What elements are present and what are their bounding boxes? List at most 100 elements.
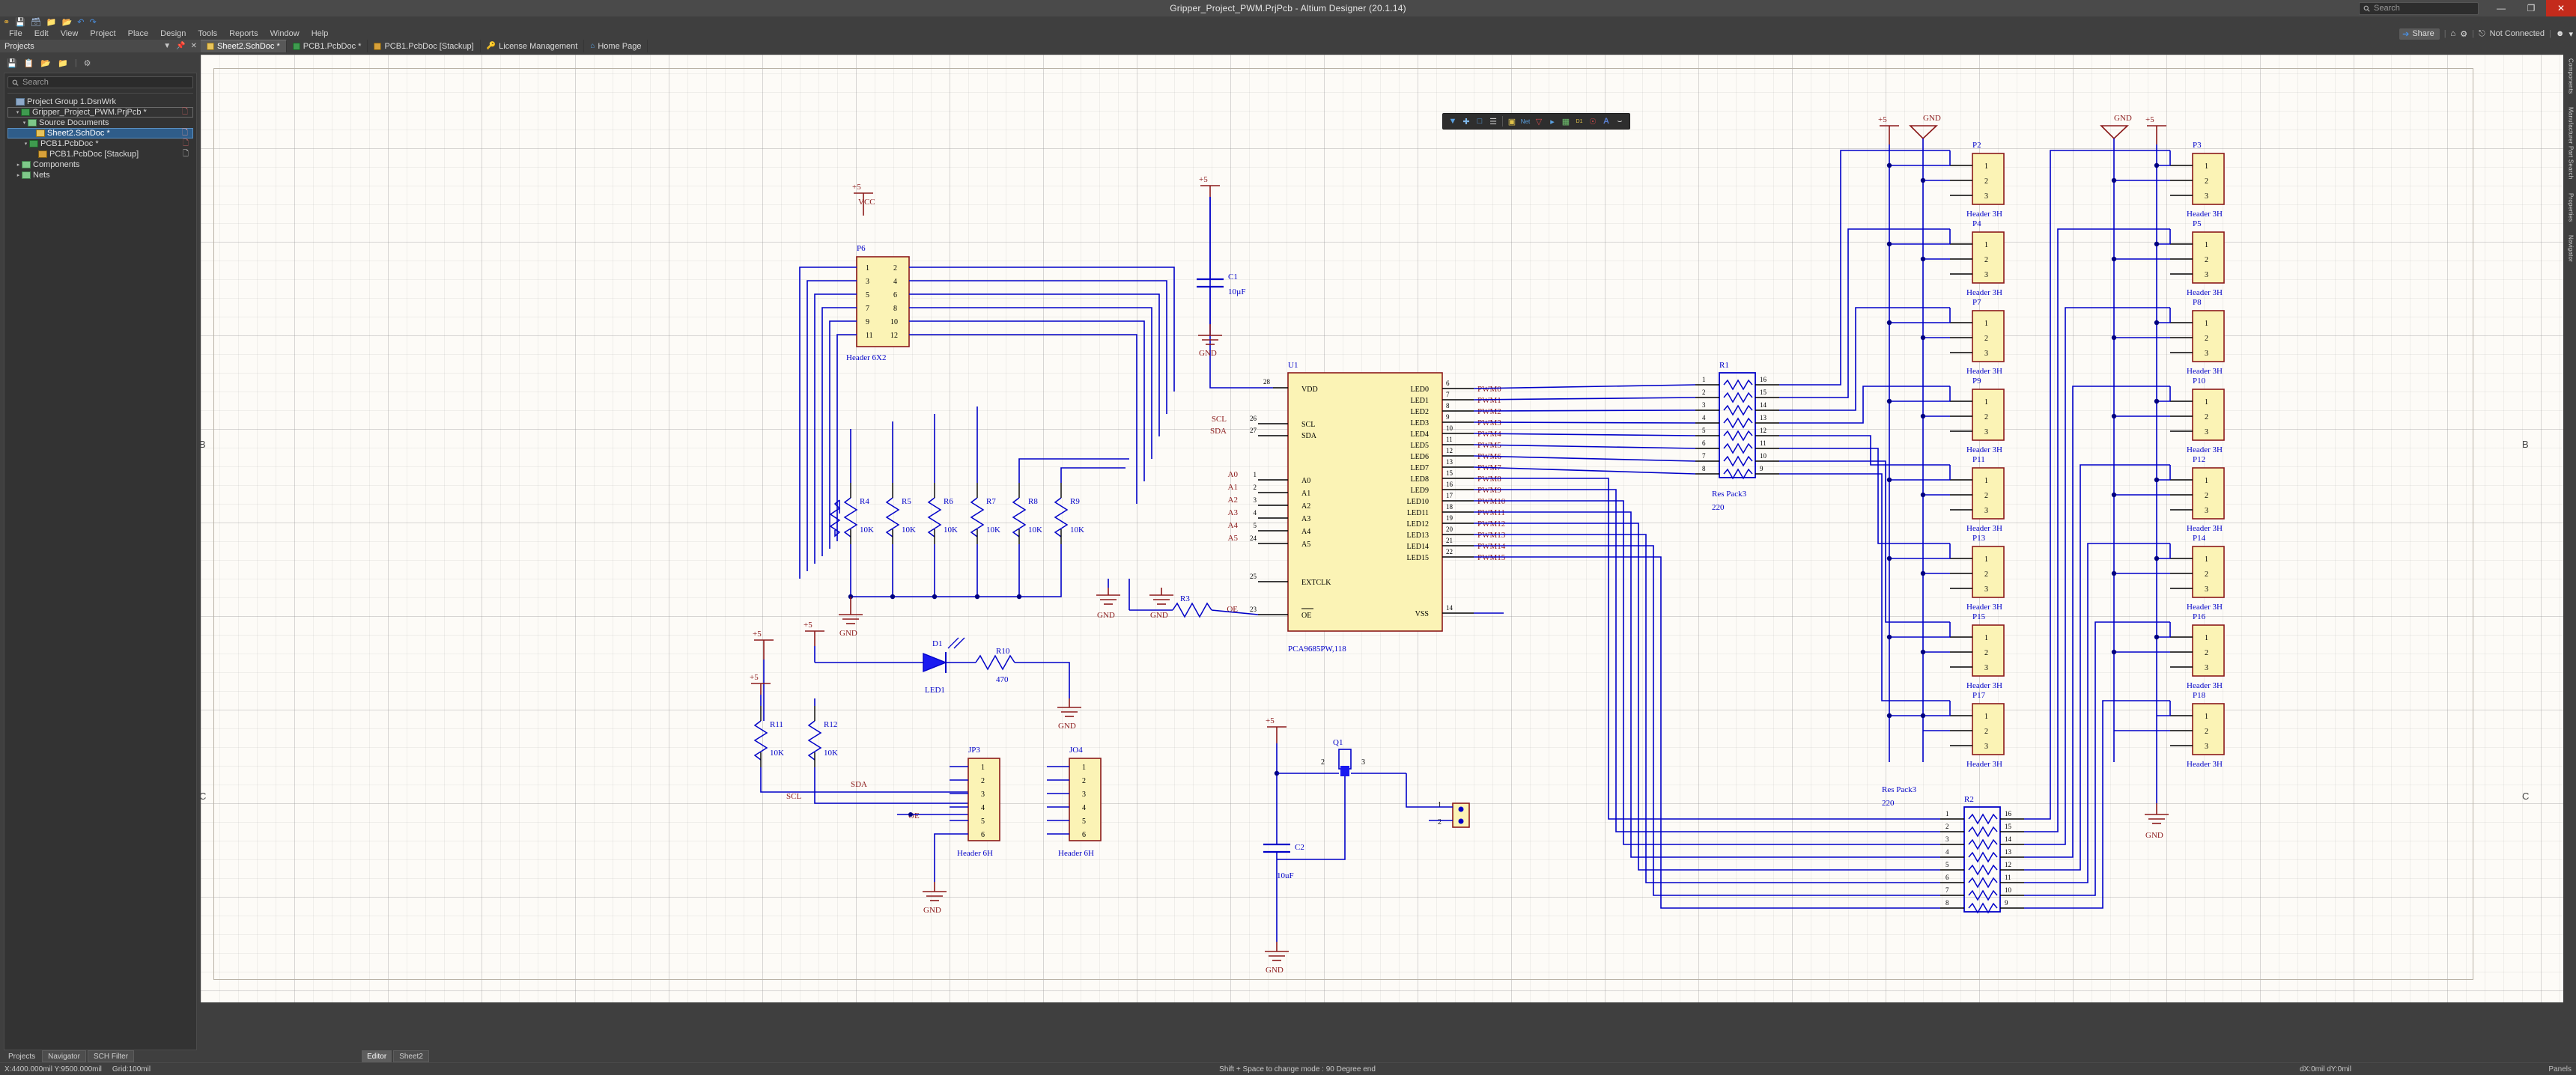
panel-pin-icon[interactable]: 📌	[176, 42, 185, 50]
open-project-icon[interactable]: 📂	[62, 17, 73, 27]
menu-project[interactable]: Project	[84, 28, 121, 40]
tree-item-nets[interactable]: ▸ Nets	[7, 170, 193, 180]
restore-button[interactable]: ❐	[2516, 0, 2546, 16]
tab-home-page[interactable]: ⌂ Home Page	[584, 40, 648, 52]
projects-panel-header[interactable]: Projects ▼ 📌 ✕	[0, 40, 201, 52]
save-all-icon[interactable]: 🗃	[31, 17, 41, 27]
open-folder-icon[interactable]: 📁	[46, 17, 57, 27]
bottom-tab-navigator[interactable]: Navigator	[42, 1050, 86, 1062]
schdoc-icon	[36, 130, 45, 137]
svg-text:R1: R1	[1719, 361, 1729, 370]
svg-text:GND: GND	[1199, 349, 1217, 358]
place-net-label-icon[interactable]: Net	[1519, 115, 1532, 128]
rail-tab-components[interactable]: Components	[2568, 58, 2575, 94]
bottom-tab-editor[interactable]: Editor	[362, 1050, 392, 1062]
place-sheet-symbol-icon[interactable]: ▦	[1559, 115, 1573, 128]
tree-item-pcb1-stackup[interactable]: PCB1.PcbDoc [Stackup] 🗋	[7, 149, 193, 159]
rail-tab-manufacturer-part-search[interactable]: Manufacturer Part Search	[2568, 107, 2575, 179]
tab-sheet2-schdoc[interactable]: Sheet2.SchDoc *	[201, 40, 287, 52]
bottom-tab-projects[interactable]: Projects	[3, 1050, 40, 1062]
copy-icon[interactable]: 📋	[24, 58, 34, 68]
rail-tab-navigator[interactable]: Navigator	[2568, 235, 2575, 262]
bottom-tab-sheet2[interactable]: Sheet2	[393, 1050, 429, 1062]
place-designator-icon[interactable]: D1	[1573, 115, 1586, 128]
menu-view[interactable]: View	[55, 28, 85, 40]
tree-item-source-documents[interactable]: ▾ Source Documents	[7, 118, 193, 128]
filter-icon[interactable]: ▼	[1446, 115, 1459, 128]
pcbdoc-icon	[292, 42, 300, 50]
menu-window[interactable]: Window	[264, 28, 306, 40]
twisty[interactable]: ▸	[15, 172, 22, 178]
account-icon[interactable]: ☻	[2556, 29, 2565, 38]
svg-text:2: 2	[1321, 758, 1325, 767]
twisty[interactable]: ▾	[21, 120, 28, 126]
menu-edit[interactable]: Edit	[28, 28, 55, 40]
gear-icon[interactable]: ⚙	[84, 58, 91, 68]
resistor-R7: R7 10K	[970, 406, 1000, 597]
project-options-icon[interactable]: 📁	[58, 58, 68, 68]
crosshair-icon[interactable]: ✚	[1459, 115, 1473, 128]
schematic-placement-toolbar[interactable]: ▼ ✚ □ ☰ ▣ Net ▽ ▸ ▦ D1 ☉ A ⌣	[1442, 113, 1630, 130]
svg-text:10K: 10K	[1028, 526, 1042, 535]
minimize-button[interactable]: —	[2486, 0, 2516, 16]
place-text-icon[interactable]: A	[1600, 115, 1613, 128]
twisty[interactable]: ▸	[15, 162, 22, 168]
svg-text:LED15: LED15	[1407, 554, 1429, 562]
redo-icon[interactable]: ↷	[90, 17, 97, 27]
svg-text:OE: OE	[1301, 612, 1311, 620]
tree-item-sheet2-schdoc[interactable]: Sheet2.SchDoc * 🗋	[7, 128, 193, 138]
align-icon[interactable]: ☰	[1486, 115, 1500, 128]
svg-text:Header 3H: Header 3H	[1966, 760, 2002, 769]
svg-text:R8: R8	[1028, 497, 1038, 506]
menu-design[interactable]: Design	[154, 28, 192, 40]
save-icon[interactable]: 💾	[15, 17, 25, 27]
tab-license-management[interactable]: 🔑 License Management	[481, 40, 585, 52]
place-no-erc-icon[interactable]: ☉	[1586, 115, 1600, 128]
projects-search-input[interactable]: Search	[7, 76, 193, 88]
schematic-canvas[interactable]: .wire{stroke:#0000c8;stroke-width:1.6;fi…	[201, 55, 2563, 1002]
svg-text:LED1: LED1	[1411, 397, 1429, 405]
menu-help[interactable]: Help	[306, 28, 335, 40]
svg-text:PWM3: PWM3	[1477, 418, 1501, 427]
panel-close-icon[interactable]: ✕	[191, 42, 197, 50]
tree-item-project-group[interactable]: Project Group 1.DsnWrk	[7, 97, 193, 107]
panels-button[interactable]: Panels	[2548, 1065, 2572, 1074]
select-area-icon[interactable]: □	[1473, 115, 1486, 128]
svg-text:P4: P4	[1972, 219, 1981, 228]
tree-item-label: PCB1.PcbDoc *	[40, 139, 99, 148]
global-search-input[interactable]: Search	[2359, 1, 2479, 15]
schematic-editor[interactable]: .wire{stroke:#0000c8;stroke-width:1.6;fi…	[201, 52, 2566, 1050]
gear-icon[interactable]: ⚙	[2460, 29, 2467, 39]
tree-item-gripper-project[interactable]: ▾ Gripper_Project_PWM.PrjPcb * 🗋	[7, 107, 193, 118]
undo-icon[interactable]: ↶	[77, 17, 84, 27]
save-icon[interactable]: 💾	[7, 58, 17, 68]
chevron-down-icon[interactable]: ▾	[2569, 29, 2573, 39]
panel-dropdown-icon[interactable]: ▼	[163, 42, 171, 50]
rail-tab-properties[interactable]: Properties	[2568, 193, 2575, 222]
share-button[interactable]: ➔ Share	[2399, 28, 2440, 40]
menu-tools[interactable]: Tools	[192, 28, 223, 40]
svg-text:3: 3	[2205, 507, 2208, 515]
bottom-tab-sch-filter[interactable]: SCH Filter	[87, 1050, 135, 1062]
menu-place[interactable]: Place	[122, 28, 155, 40]
altium-logo-icon[interactable]: ⚭	[3, 17, 10, 27]
menu-file[interactable]: File	[3, 28, 28, 40]
place-part-icon[interactable]: ▣	[1505, 115, 1519, 128]
modified-doc-icon: 🗋	[181, 107, 188, 116]
tree-item-components[interactable]: ▸ Components	[7, 159, 193, 170]
svg-text:3: 3	[2205, 428, 2208, 436]
tree-item-pcb1-pcbdoc[interactable]: ▾ PCB1.PcbDoc * 🗋	[7, 138, 193, 149]
svg-text:Header 3H: Header 3H	[2187, 524, 2223, 533]
open-project-icon[interactable]: 📂	[40, 58, 51, 68]
twisty[interactable]: ▾	[22, 141, 29, 147]
place-arc-icon[interactable]: ⌣	[1613, 115, 1626, 128]
home-icon[interactable]: ⌂	[2451, 29, 2456, 38]
place-port-icon[interactable]: ▸	[1546, 115, 1559, 128]
place-gnd-power-icon[interactable]: ▽	[1532, 115, 1546, 128]
tab-pcb1-pcbdoc[interactable]: PCB1.PcbDoc *	[287, 40, 368, 52]
tab-pcb1-stackup[interactable]: PCB1.PcbDoc [Stackup]	[368, 40, 481, 52]
close-button[interactable]: ✕	[2546, 0, 2576, 16]
twisty[interactable]: ▾	[14, 109, 21, 115]
menu-reports[interactable]: Reports	[223, 28, 264, 40]
tab-label: Sheet2.SchDoc *	[217, 42, 280, 51]
